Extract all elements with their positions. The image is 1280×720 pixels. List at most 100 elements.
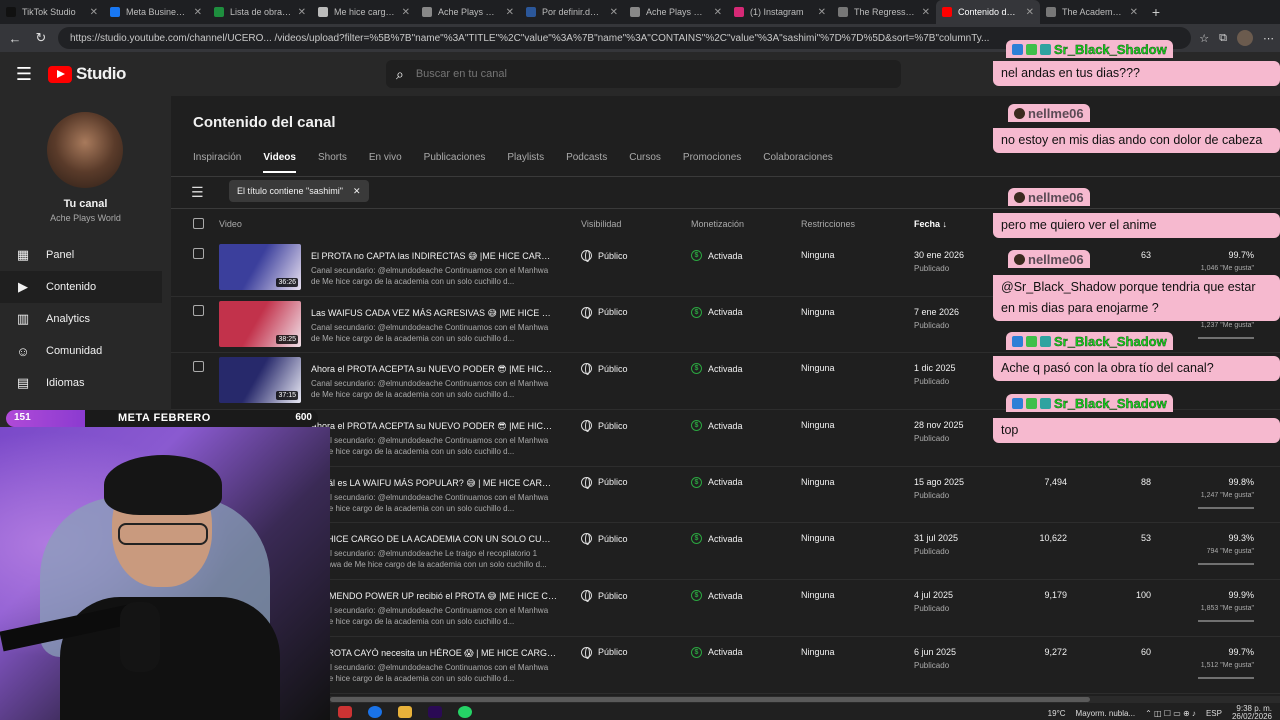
browser-tab[interactable]: Lista de obras en ✕ bbox=[208, 0, 312, 24]
video-title[interactable]: Las WAIFUS CADA VEZ MÁS AGRESIVAS 😅 |ME … bbox=[311, 308, 557, 319]
weather-temp[interactable]: 19°C bbox=[1048, 709, 1066, 718]
browser-tab[interactable]: Meta Business Suite ✕ bbox=[104, 0, 208, 24]
video-thumbnail[interactable]: 36:26 bbox=[219, 244, 301, 290]
channel-avatar[interactable] bbox=[47, 112, 123, 188]
visibility-cell[interactable]: Público bbox=[581, 306, 628, 319]
close-tab-icon[interactable]: ✕ bbox=[90, 7, 98, 18]
video-title[interactable]: El PROTA CAYÓ necesita un HÉROE 😱 | ME H… bbox=[311, 648, 557, 659]
table-row[interactable]: TREMENDO POWER UP recibió el PROTA 😅 |ME… bbox=[171, 580, 1280, 637]
sidebar-item-analytics[interactable]: ▥ Analytics bbox=[0, 303, 171, 335]
row-checkbox[interactable] bbox=[193, 304, 204, 318]
tab-en-vivo[interactable]: En vivo bbox=[369, 152, 402, 173]
select-all-checkbox[interactable] bbox=[193, 218, 204, 231]
table-row[interactable]: El PROTA CAYÓ necesita un HÉROE 😱 | ME H… bbox=[171, 637, 1280, 694]
browser-tab[interactable]: Ache Plays World ✕ bbox=[416, 0, 520, 24]
profile-avatar[interactable] bbox=[1237, 30, 1253, 46]
new-tab-icon[interactable]: + bbox=[1144, 0, 1168, 24]
app-icon[interactable] bbox=[338, 705, 352, 718]
row-checkbox[interactable] bbox=[193, 248, 204, 261]
browser-tab[interactable]: The Academy's S ✕ bbox=[1040, 0, 1144, 24]
browser-tab[interactable]: Ache Plays World ✕ bbox=[624, 0, 728, 24]
language[interactable]: ESP bbox=[1206, 709, 1222, 718]
browser-tab[interactable]: Por definir.docx ✕ bbox=[520, 0, 624, 24]
row-checkbox[interactable] bbox=[193, 361, 204, 374]
monetization-cell[interactable]: $ Activada bbox=[691, 306, 743, 318]
tab-inspiración[interactable]: Inspiración bbox=[193, 152, 241, 173]
close-tab-icon[interactable]: ✕ bbox=[714, 7, 722, 18]
video-title[interactable]: TREMENDO POWER UP recibió el PROTA 😅 |ME… bbox=[311, 591, 557, 602]
chat-username[interactable]: Sr_Black_Shadow bbox=[1006, 40, 1173, 58]
table-row[interactable]: ME HICE CARGO DE LA ACADEMIA CON UN SOLO… bbox=[171, 523, 1280, 581]
col-date[interactable]: Fecha ↓ bbox=[914, 219, 947, 229]
video-thumbnail[interactable]: 38:25 bbox=[219, 300, 301, 347]
chat-username[interactable]: nellme06 bbox=[1008, 188, 1090, 206]
visibility-cell[interactable]: Público bbox=[581, 250, 628, 262]
close-tab-icon[interactable]: ✕ bbox=[194, 7, 202, 18]
edge-icon[interactable] bbox=[368, 705, 382, 718]
close-tab-icon[interactable]: ✕ bbox=[818, 7, 826, 18]
close-tab-icon[interactable]: ✕ bbox=[610, 7, 618, 18]
visibility-cell[interactable]: Público bbox=[581, 646, 628, 659]
tab-publicaciones[interactable]: Publicaciones bbox=[424, 152, 486, 173]
chat-username[interactable]: nellme06 bbox=[1008, 104, 1090, 122]
chat-username[interactable]: nellme06 bbox=[1008, 250, 1090, 268]
monetization-cell[interactable]: $ Activada bbox=[691, 533, 743, 545]
monetization-cell[interactable]: $ Activada bbox=[691, 250, 743, 261]
close-icon[interactable]: ✕ bbox=[353, 186, 361, 197]
back-icon[interactable]: ← bbox=[6, 31, 24, 46]
monetization-cell[interactable]: $ Activada bbox=[691, 420, 743, 432]
filter-icon[interactable]: ☰ bbox=[191, 184, 204, 201]
video-title[interactable]: Ahora el PROTA ACEPTA su NUEVO PODER 😎 |… bbox=[311, 421, 557, 432]
tab-videos[interactable]: Videos bbox=[263, 152, 296, 173]
sidebar-item-contenido[interactable]: ▶ Contenido bbox=[0, 271, 162, 303]
visibility-cell[interactable]: Público bbox=[581, 476, 628, 489]
horizontal-scrollbar[interactable] bbox=[330, 696, 1280, 703]
chat-username[interactable]: Sr_Black_Shadow bbox=[1006, 394, 1173, 412]
video-title[interactable]: ¿Cuál es LA WAIFU MÁS POPULAR? 😅 | ME HI… bbox=[311, 478, 557, 489]
visibility-cell[interactable]: Público bbox=[581, 533, 628, 546]
menu-icon[interactable]: ⋯ bbox=[1263, 32, 1274, 45]
tab-colaboraciones[interactable]: Colaboraciones bbox=[763, 152, 833, 173]
monetization-cell[interactable]: $ Activada bbox=[691, 363, 743, 375]
premiere-icon[interactable] bbox=[428, 705, 442, 718]
visibility-cell[interactable]: Público bbox=[581, 590, 628, 603]
tab-promociones[interactable]: Promociones bbox=[683, 152, 741, 173]
search-input[interactable] bbox=[415, 68, 856, 80]
close-tab-icon[interactable]: ✕ bbox=[402, 7, 410, 18]
monetization-cell[interactable]: $ Activada bbox=[691, 646, 743, 658]
tab-shorts[interactable]: Shorts bbox=[318, 152, 347, 173]
sidebar-item-idiomas[interactable]: ▤ Idiomas bbox=[0, 367, 171, 399]
monetization-cell[interactable]: $ Activada bbox=[691, 590, 743, 602]
chat-username[interactable]: Sr_Black_Shadow bbox=[1006, 332, 1173, 350]
browser-tab[interactable]: The Regressed M ✕ bbox=[832, 0, 936, 24]
close-tab-icon[interactable]: ✕ bbox=[298, 7, 306, 18]
video-title[interactable]: ME HICE CARGO DE LA ACADEMIA CON UN SOLO… bbox=[311, 534, 557, 544]
filter-chip[interactable]: El título contiene "sashimi" ✕ bbox=[229, 180, 369, 202]
browser-tab[interactable]: (1) Instagram ✕ bbox=[728, 0, 832, 24]
visibility-cell[interactable]: Público bbox=[581, 420, 628, 433]
table-row[interactable]: ¿Cuál es LA WAIFU MÁS POPULAR? 😅 | ME HI… bbox=[171, 467, 1280, 524]
visibility-cell[interactable]: Público bbox=[581, 363, 628, 376]
hamburger-menu-icon[interactable]: ☰ bbox=[0, 64, 48, 85]
star-icon[interactable]: ☆ bbox=[1199, 32, 1209, 45]
tab-podcasts[interactable]: Podcasts bbox=[566, 152, 607, 173]
browser-tab[interactable]: Contenido del ca ✕ bbox=[936, 0, 1040, 24]
tab-cursos[interactable]: Cursos bbox=[629, 152, 661, 173]
tab-playlists[interactable]: Playlists bbox=[507, 152, 544, 173]
tray-icons[interactable]: ⌃ ◫ ☐ ▭ ⊕ ♪ bbox=[1145, 709, 1196, 718]
sidebar-item-comunidad[interactable]: ☺ Comunidad bbox=[0, 335, 171, 367]
browser-tab[interactable]: TikTok Studio ✕ bbox=[0, 0, 104, 24]
close-tab-icon[interactable]: ✕ bbox=[1026, 7, 1034, 18]
video-thumbnail[interactable]: 37:15 bbox=[219, 357, 301, 404]
close-tab-icon[interactable]: ✕ bbox=[1130, 7, 1138, 18]
reload-icon[interactable]: ↻ bbox=[32, 30, 50, 46]
video-title[interactable]: Ahora el PROTA ACEPTA su NUEVO PODER 😎 |… bbox=[311, 364, 557, 375]
extensions-icon[interactable]: ⧉ bbox=[1219, 32, 1227, 45]
clock[interactable]: 9:38 p. m. 26/02/2026 bbox=[1232, 705, 1272, 720]
video-title[interactable]: El PROTA no CAPTA las INDIRECTAS 😅 |ME H… bbox=[311, 251, 557, 262]
channel-search[interactable]: ⌕ bbox=[386, 60, 901, 88]
sidebar-item-panel[interactable]: ▦ Panel bbox=[0, 239, 171, 271]
whatsapp-icon[interactable] bbox=[458, 705, 472, 718]
studio-logo[interactable]: Studio bbox=[48, 64, 126, 84]
close-tab-icon[interactable]: ✕ bbox=[922, 7, 930, 18]
